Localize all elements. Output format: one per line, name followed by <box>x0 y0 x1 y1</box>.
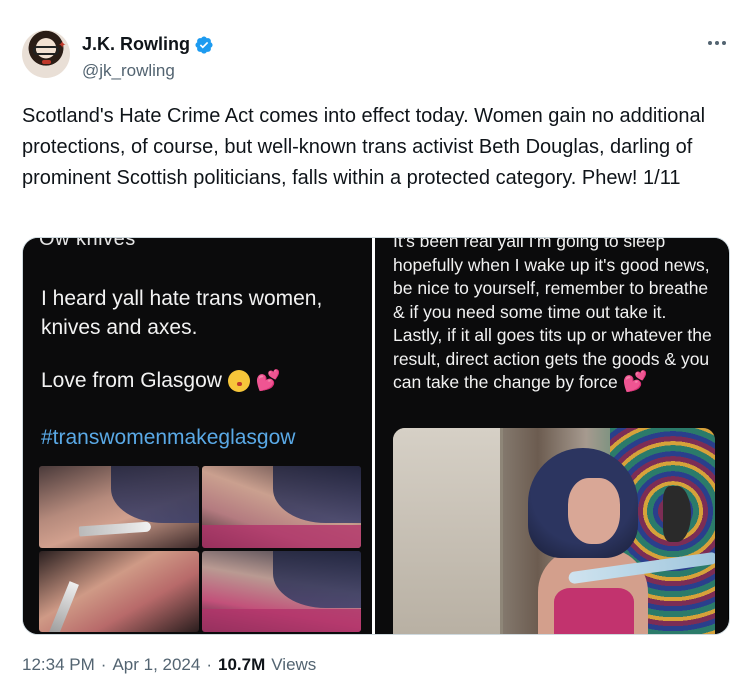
person-tank-top <box>554 588 634 634</box>
kiss-emoji-icon <box>227 369 250 392</box>
heart-emoji-icon: 💕 <box>255 370 281 392</box>
photo-axe-small <box>201 550 361 632</box>
views-count[interactable]: 10.7M <box>218 655 265 675</box>
left-love-line: Love from Glasgow 💕 <box>41 368 281 393</box>
media-image-left[interactable]: Ow knives I heard yall hate trans women,… <box>23 238 375 634</box>
views-label: Views <box>271 655 317 674</box>
left-hashtag: #transwomenmakeglasgow <box>41 426 296 449</box>
avatar-sparkle-icon: ✦ <box>58 40 67 51</box>
author-name-row[interactable]: J.K. Rowling <box>82 34 214 55</box>
author-display-name[interactable]: J.K. Rowling <box>82 34 190 55</box>
author-handle[interactable]: @jk_rowling <box>82 61 175 81</box>
photo-person <box>528 448 715 634</box>
right-caption-text: It's been real yall I'm going to sleep h… <box>393 238 712 392</box>
photo-knife-2 <box>39 550 199 632</box>
media-image-right[interactable]: It's been real yall I'm going to sleep h… <box>375 238 728 634</box>
tweet-date[interactable]: Apr 1, 2024 <box>112 655 200 675</box>
photo-top <box>201 609 361 632</box>
avatar-lips <box>42 60 51 64</box>
photo-wardrobe <box>393 428 503 634</box>
more-options-icon[interactable] <box>703 32 731 54</box>
photo-hair <box>110 466 199 524</box>
photo-hair <box>273 466 361 524</box>
tweet-time[interactable]: 12:34 PM <box>22 655 95 675</box>
meta-separator: · <box>100 655 107 674</box>
heart-emoji-icon: 💕 <box>622 371 648 393</box>
tweet-meta: 12:34 PM · Apr 1, 2024 · 10.7M Views <box>22 655 316 675</box>
left-love-text: Love from Glasgow <box>41 368 222 392</box>
more-dot <box>708 41 712 45</box>
photo-hair <box>273 550 361 608</box>
left-cut-text: Ow knives <box>39 238 136 250</box>
tweet-text: Scotland's Hate Crime Act comes into eff… <box>22 105 706 189</box>
more-dot <box>722 41 726 45</box>
author-avatar[interactable]: ✦ <box>22 30 70 78</box>
tweet[interactable]: ✦ J.K. Rowling @jk_rowling Scotland's Ha… <box>0 0 747 697</box>
meta-separator: · <box>206 655 213 674</box>
avatar-glasses <box>33 46 59 55</box>
tweet-media[interactable]: Ow knives I heard yall hate trans women,… <box>22 237 730 635</box>
photo-selfie <box>201 466 361 548</box>
right-photo <box>393 428 715 634</box>
photo-knife-1 <box>39 466 199 548</box>
more-dot <box>715 41 719 45</box>
left-caption: I heard yall hate trans women, knives an… <box>41 287 323 339</box>
person-face <box>568 478 620 544</box>
photo-top <box>201 524 361 548</box>
verified-badge-icon <box>195 35 213 54</box>
knife-icon <box>78 521 152 537</box>
axe-head-icon <box>663 486 691 542</box>
right-caption: It's been real yall I'm going to sleep h… <box>393 238 713 395</box>
knife-icon <box>49 580 79 632</box>
left-photo-grid <box>39 466 361 632</box>
